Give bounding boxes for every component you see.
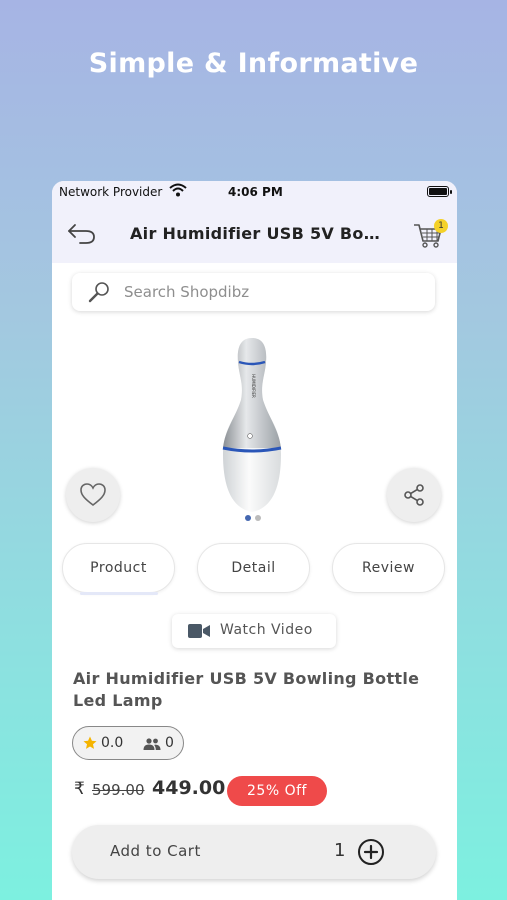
star-icon (83, 736, 97, 749)
add-to-cart-button[interactable]: Add to Cart (110, 842, 201, 860)
reviewer-count: 0 (165, 735, 174, 751)
tab-product[interactable]: Product (62, 543, 175, 593)
pagination-dot[interactable] (255, 515, 261, 521)
original-price: 599.00 (92, 781, 145, 799)
share-icon (404, 484, 424, 506)
sale-price: 449.00 (152, 777, 226, 799)
favorite-button[interactable] (66, 468, 120, 522)
rating-badge: 0.0 0 (72, 726, 184, 760)
status-time: 4:06 PM (228, 185, 283, 199)
phone-screen: Network Provider 4:06 PM Air Humidifier … (52, 181, 457, 900)
video-camera-icon (188, 624, 210, 638)
page-title: Air Humidifier USB 5V Bowling Bottle Led… (130, 224, 388, 243)
active-tab-indicator (80, 592, 158, 595)
pagination-dot[interactable] (245, 515, 251, 521)
tab-detail[interactable]: Detail (197, 543, 310, 593)
share-button[interactable] (387, 468, 441, 522)
currency-symbol: ₹ (74, 779, 85, 799)
rating-value: 0.0 (101, 735, 124, 751)
battery-icon (427, 186, 452, 197)
cart-count-badge: 1 (434, 219, 448, 233)
quantity-value: 1 (334, 840, 346, 861)
carrier-name: Network Provider (59, 185, 163, 199)
image-pagination[interactable] (245, 515, 261, 521)
product-title: Air Humidifier USB 5V Bowling Bottle Led… (73, 669, 420, 710)
status-bar: Network Provider 4:06 PM (52, 181, 457, 203)
back-button[interactable] (66, 219, 98, 247)
heart-icon (80, 483, 106, 507)
tab-review[interactable]: Review (332, 543, 445, 593)
people-icon (143, 738, 161, 750)
svg-text:HUMIDIFIER: HUMIDIFIER (251, 374, 256, 398)
wifi-icon (169, 183, 187, 197)
promo-headline: Simple & Informative (88, 48, 419, 79)
navigation-bar: Air Humidifier USB 5V Bowling Bottle Led… (52, 203, 457, 263)
price-row: ₹ 599.00 449.00 25% Off (74, 776, 434, 806)
plus-icon[interactable] (357, 838, 385, 866)
watch-video-button[interactable]: Watch Video (172, 614, 336, 648)
product-image: HUMIDIFIER (222, 338, 282, 512)
add-to-cart-bar: Add to Cart 1 (72, 825, 436, 879)
watch-video-label: Watch Video (220, 622, 313, 638)
search-bar[interactable] (72, 273, 435, 311)
discount-badge: 25% Off (227, 776, 327, 806)
search-input[interactable] (124, 277, 414, 307)
search-icon (88, 282, 109, 303)
